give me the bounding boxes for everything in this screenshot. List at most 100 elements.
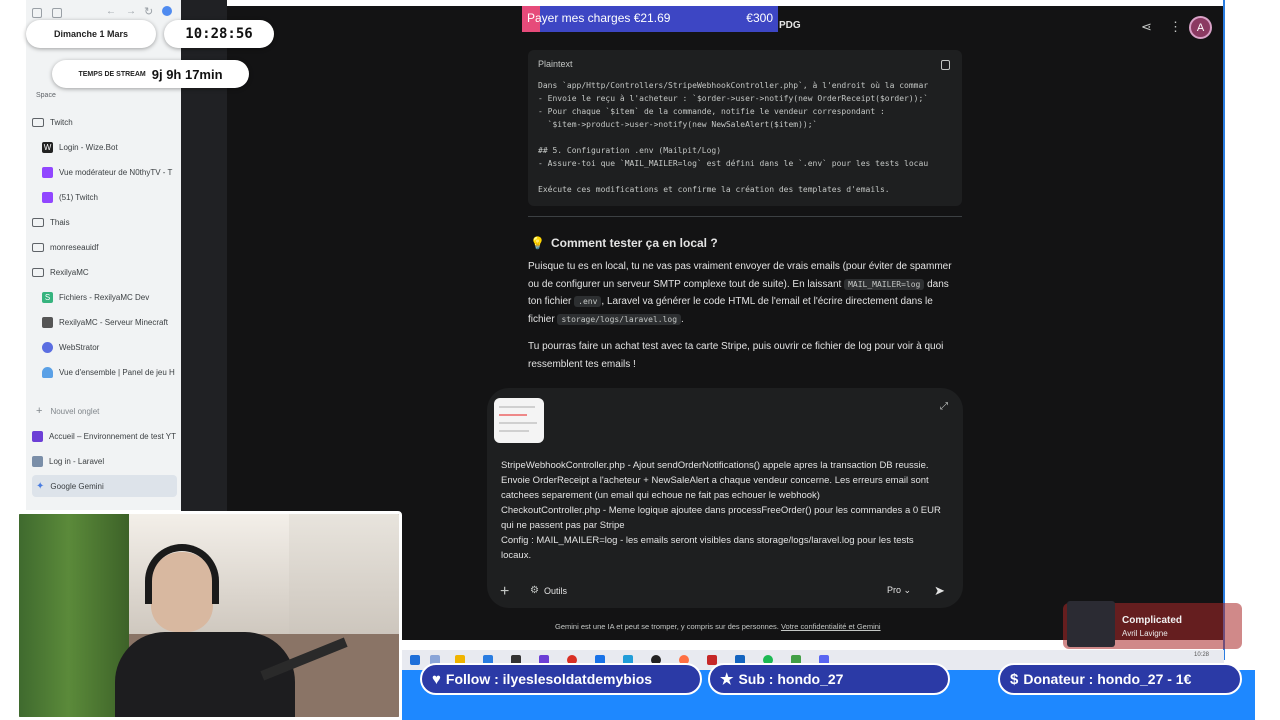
sidebar-item-label: RexilyaMC - Serveur Minecraft — [59, 317, 168, 327]
screen: ← → ↻ Space Twitch W Login - Wize.Bot Vue… — [0, 0, 1280, 720]
sidebar-item-label: RexilyaMC — [50, 267, 89, 277]
sidebar-item-rexilyamc-files[interactable]: S Fichiers - RexilyaMC Dev — [42, 286, 182, 308]
thumb-line — [499, 414, 527, 416]
folder-icon — [32, 267, 44, 277]
sidebar-item-label: WebStrator — [59, 342, 100, 352]
wizebot-icon: W — [42, 141, 53, 153]
tab-view-icon[interactable] — [52, 8, 62, 18]
profile-icon[interactable] — [162, 6, 172, 16]
inline-code: storage/logs/laravel.log — [557, 313, 682, 325]
section-heading-text: Comment tester ça en local ? — [550, 236, 718, 250]
folder-icon — [32, 217, 44, 227]
donor-text: Donateur : hondo_27 - 1€ — [1023, 671, 1192, 687]
inline-code: .env — [574, 296, 602, 307]
divider — [528, 216, 962, 217]
model-selector[interactable]: Pro ⌄ — [887, 585, 911, 596]
chevron-down-icon: ⌄ — [903, 585, 912, 595]
disclaimer-text: Gemini est une IA et peut se tromper, y … — [555, 622, 781, 631]
folder-icon — [32, 242, 44, 252]
code-line: - Pour chaque `$item` de la commande, no… — [538, 107, 885, 116]
copy-icon[interactable] — [941, 60, 950, 70]
send-button[interactable]: ➤ — [934, 583, 945, 599]
tools-label: Outils — [543, 585, 567, 596]
thumb-line — [499, 430, 529, 432]
sub-text: Sub : hondo_27 — [738, 671, 844, 687]
new-tab-button[interactable]: + Nouvel onglet — [32, 400, 177, 422]
code-line: ## 5. Configuration .env (Mailpit/Log) — [538, 146, 722, 155]
taskbar-clock: 10:28 — [1194, 652, 1210, 658]
goal-target: €300 — [746, 11, 773, 25]
conversation-title: PDG — [779, 20, 801, 31]
album-art — [1067, 601, 1115, 647]
code-line: - Assure-toi que `MAIL_MAILER=log` est d… — [538, 159, 929, 168]
more-options-icon[interactable]: ⋮ — [1169, 20, 1182, 34]
sidebar-toggle-icon[interactable] — [32, 8, 42, 18]
text-run: . — [681, 313, 684, 325]
pdf-icon[interactable] — [707, 655, 717, 665]
sidebar-folder-rexilyamc[interactable]: RexilyaMC — [32, 261, 177, 283]
sidebar-item-label: monreseauidf — [50, 242, 99, 252]
webcam-curtain — [19, 514, 129, 717]
attachment-thumbnail[interactable] — [494, 398, 544, 443]
sidebar-item-label: Nouvel onglet — [50, 406, 100, 416]
goal-label: Payer mes charges €21.69 — [527, 11, 671, 25]
plus-icon: + — [36, 405, 43, 417]
right-edge — [1255, 0, 1280, 720]
sub-alert: ★ Sub : hondo_27 — [708, 663, 950, 695]
folder-icon — [32, 117, 44, 127]
code-line: Dans `app/Http/Controllers/StripeWebhook… — [538, 81, 929, 90]
sidebar-item-label: Twitch — [50, 117, 73, 127]
tools-button[interactable]: ⚙ Outils — [530, 585, 567, 596]
tab-laravel-login[interactable]: Log in - Laravel — [32, 450, 177, 472]
back-icon[interactable]: ← — [106, 6, 116, 17]
sidebar-item-label: Vue d'ensemble | Panel de jeu H — [59, 367, 175, 377]
star-icon: ★ — [720, 671, 734, 688]
prompt-line: StripeWebhookController.php - Ajout send… — [501, 460, 929, 501]
sidebar-item-twitch[interactable]: (51) Twitch — [42, 186, 182, 208]
file-icon: S — [42, 291, 53, 303]
right-scrollbar-area — [1223, 0, 1257, 660]
add-attachment-button[interactable]: + — [500, 584, 509, 600]
heart-icon: ♥ — [432, 670, 441, 688]
expand-icon[interactable]: ⤢ — [940, 401, 948, 412]
now-playing-artist: Avril Lavigne — [1122, 629, 1168, 638]
share-icon[interactable]: ⋖ — [1141, 20, 1152, 34]
code-language-label: Plaintext — [538, 59, 573, 69]
sidebar-item-rexilyamc-server[interactable]: RexilyaMC - Serveur Minecraft — [42, 311, 182, 333]
section-heading: 💡 Comment tester ça en local ? — [530, 236, 718, 250]
sidebar-folder-monreseauidf[interactable]: monreseauidf — [32, 236, 177, 258]
space-label: Space — [36, 92, 56, 99]
inline-code: MAIL_MAILER=log — [844, 278, 925, 290]
sidebar-item-label: Fichiers - RexilyaMC Dev — [59, 292, 150, 302]
stream-time-label: TEMPS DE STREAM — [78, 70, 146, 78]
reload-icon[interactable]: ↻ — [144, 5, 153, 18]
prompt-text[interactable]: StripeWebhookController.php - Ajout send… — [501, 458, 941, 563]
webcam-feed — [16, 511, 402, 720]
avatar[interactable]: A — [1189, 16, 1212, 39]
page-icon — [32, 430, 43, 442]
sidebar-folder-thais[interactable]: Thais — [32, 211, 177, 233]
stream-time-widget: TEMPS DE STREAM 9j 9h 17min — [52, 60, 249, 88]
date-widget: Dimanche 1 Mars — [26, 20, 156, 48]
model-label: Pro — [887, 585, 902, 595]
follow-text: Follow : ilyeslesoldatdemybios — [445, 671, 653, 687]
sidebar-item-label: Accueil – Environnement de test YT — [49, 431, 177, 441]
clock-widget: 10:28:56 — [164, 20, 274, 48]
sidebar-item-label: Google Gemini — [50, 481, 104, 491]
tab-yt-test-env[interactable]: Accueil – Environnement de test YT — [32, 425, 177, 447]
now-playing-title: Complicated — [1122, 615, 1183, 626]
start-icon[interactable] — [410, 655, 420, 665]
sidebar-item-label: Log in - Laravel — [49, 456, 105, 466]
forward-icon[interactable]: → — [126, 6, 136, 17]
sidebar-item-webstrator[interactable]: WebStrator — [42, 336, 182, 358]
sidebar-item-label: Login - Wize.Bot — [59, 142, 118, 152]
tools-icon: ⚙ — [530, 585, 539, 596]
sidebar-item-label: (51) Twitch — [59, 192, 98, 202]
privacy-link[interactable]: Votre confidentialité et Gemini — [781, 622, 881, 631]
tab-google-gemini[interactable]: ✦ Google Gemini — [32, 475, 177, 497]
dollar-icon: $ — [1010, 670, 1019, 688]
sidebar-folder-twitch[interactable]: Twitch — [32, 111, 177, 133]
sidebar-item-game-panel[interactable]: Vue d'ensemble | Panel de jeu H — [42, 361, 182, 383]
sidebar-item-moderator-view[interactable]: Vue modérateur de N0thyTV - T — [42, 161, 182, 183]
sidebar-item-wizebot[interactable]: W Login - Wize.Bot — [42, 136, 182, 158]
